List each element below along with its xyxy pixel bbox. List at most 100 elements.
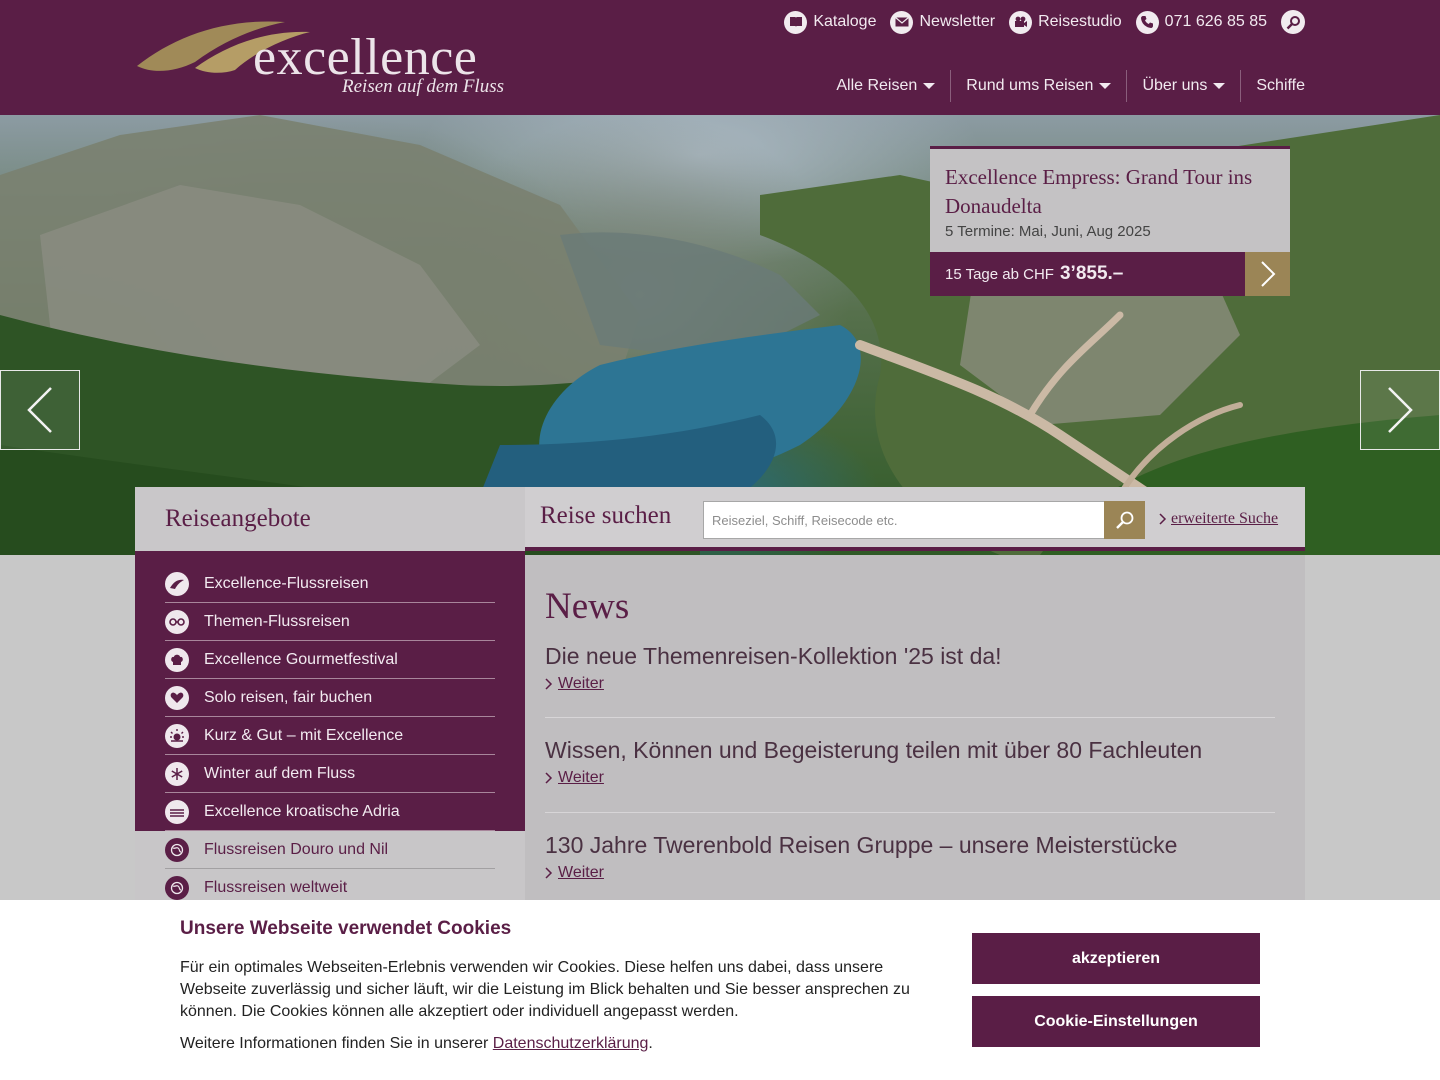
- cookie-banner: Unsere Webseite verwendet Cookies Für ei…: [0, 900, 1440, 1080]
- search-input[interactable]: [703, 501, 1105, 539]
- news-headline[interactable]: Die neue Themenreisen-Kollektion '25 ist…: [545, 643, 1275, 670]
- offer-label: Excellence-Flussreisen: [204, 574, 369, 592]
- offer-themen-flussreisen[interactable]: Themen-Flussreisen: [165, 603, 495, 641]
- cookie-text: Für ein optimales Webseiten-Erlebnis ver…: [180, 959, 910, 1020]
- offers-header: Reiseangebote: [135, 487, 525, 551]
- phone-icon: [1135, 10, 1159, 34]
- offer-label: Flussreisen Douro und Nil: [204, 840, 389, 858]
- offer-excellence-flussreisen[interactable]: Excellence-Flussreisen: [165, 565, 495, 603]
- news-item: Wissen, Können und Begeisterung teilen m…: [545, 737, 1275, 787]
- top-utility-bar: Kataloge Newsletter Reisestudio 071 626 …: [784, 10, 1305, 34]
- site-header: excellence Reisen auf dem Fluss Kataloge…: [0, 0, 1440, 115]
- offers-title: Reiseangebote: [165, 505, 311, 532]
- news-headline[interactable]: Wissen, Können und Begeisterung teilen m…: [545, 737, 1275, 764]
- slider-next-button[interactable]: [1360, 370, 1440, 450]
- slider-prev-button[interactable]: [0, 370, 80, 450]
- privacy-policy-link[interactable]: Datenschutzerklärung: [493, 1035, 649, 1052]
- offer-label: Themen-Flussreisen: [204, 612, 350, 630]
- chevron-right-icon: [545, 772, 553, 784]
- promo-title: Excellence Empress: Grand Tour ins Donau…: [945, 165, 1253, 218]
- cookie-settings-button[interactable]: Cookie-Einstellungen: [972, 996, 1260, 1047]
- news-more-link[interactable]: Weiter: [545, 864, 1275, 882]
- news-more-label: Weiter: [558, 769, 604, 786]
- offer-label: Flussreisen weltweit: [204, 878, 348, 896]
- nav-ueber-uns-label: Über uns: [1142, 77, 1208, 94]
- news-headline[interactable]: 130 Jahre Twerenbold Reisen Gruppe – uns…: [545, 832, 1275, 859]
- nav-rund-ums-reisen-label: Rund ums Reisen: [966, 77, 1094, 94]
- offer-label: Kurz & Gut – mit Excellence: [204, 726, 404, 744]
- offer-label: Winter auf dem Fluss: [204, 764, 356, 782]
- topbar-phone[interactable]: 071 626 85 85: [1135, 10, 1267, 34]
- offer-kurz-gut[interactable]: Kurz & Gut – mit Excellence: [165, 717, 495, 755]
- logo-tagline: Reisen auf dem Fluss: [342, 76, 505, 97]
- nav-schiffe-label: Schiffe: [1256, 77, 1305, 94]
- chevron-right-icon: [1159, 513, 1167, 525]
- news-more-link[interactable]: Weiter: [545, 675, 1275, 693]
- caret-down-icon: [1213, 83, 1226, 89]
- search-icon[interactable]: [1281, 10, 1305, 34]
- news-more-link[interactable]: Weiter: [545, 769, 1275, 787]
- topbar-newsletter-label: Newsletter: [919, 13, 996, 30]
- chevron-right-icon: [545, 678, 553, 690]
- offer-label: Excellence kroatische Adria: [204, 802, 400, 820]
- envelope-icon: [890, 10, 914, 34]
- glasses-icon: [165, 609, 189, 634]
- extended-search-label: erweiterte Suche: [1171, 510, 1279, 527]
- globe-icon: [165, 837, 189, 862]
- offer-label: Solo reisen, fair buchen: [204, 688, 373, 706]
- offer-solo-reisen[interactable]: Solo reisen, fair buchen: [165, 679, 495, 717]
- nav-alle-reisen-label: Alle Reisen: [836, 77, 918, 94]
- topbar-kataloge[interactable]: Kataloge: [784, 10, 877, 34]
- topbar-reisestudio-label: Reisestudio: [1038, 13, 1122, 30]
- cookie-more-info: Weitere Informationen finden Sie in unse…: [180, 1035, 653, 1053]
- book-icon: [784, 10, 808, 34]
- news-item: 130 Jahre Twerenbold Reisen Gruppe – uns…: [545, 832, 1275, 882]
- globe-icon: [165, 875, 189, 900]
- chevron-right-icon: [1260, 261, 1275, 287]
- cookie-more-prefix: Weitere Informationen finden Sie in unse…: [180, 1035, 489, 1052]
- nav-schiffe[interactable]: Schiffe: [1240, 70, 1305, 102]
- divider: [545, 812, 1275, 813]
- nav-alle-reisen[interactable]: Alle Reisen: [821, 70, 950, 102]
- sea-icon: [165, 799, 189, 824]
- cookie-more-suffix: .: [648, 1035, 653, 1052]
- main-navigation: Alle Reisen Rund ums Reisen Über uns Sch…: [821, 70, 1305, 102]
- news-more-label: Weiter: [558, 864, 604, 881]
- news-title: News: [545, 586, 630, 627]
- offer-gourmetfestival[interactable]: Excellence Gourmetfestival: [165, 641, 495, 679]
- news-item: Die neue Themenreisen-Kollektion '25 ist…: [545, 643, 1275, 693]
- topbar-reisestudio[interactable]: Reisestudio: [1009, 10, 1122, 34]
- topbar-newsletter[interactable]: Newsletter: [890, 10, 996, 34]
- trip-search: Reise suchen erweiterte Suche: [525, 487, 1305, 551]
- cookie-title: Unsere Webseite verwendet Cookies: [180, 918, 512, 939]
- offer-kroatische-adria[interactable]: Excellence kroatische Adria: [165, 793, 495, 831]
- topbar-kataloge-label: Kataloge: [813, 13, 877, 30]
- search-icon: [1115, 511, 1133, 529]
- search-title: Reise suchen: [540, 502, 672, 529]
- offers-list: Excellence-Flussreisen Themen-Flussreise…: [135, 551, 525, 907]
- offer-winter[interactable]: Winter auf dem Fluss: [165, 755, 495, 793]
- cookie-accept-button[interactable]: akzeptieren: [972, 933, 1260, 984]
- caret-down-icon: [1099, 83, 1112, 89]
- search-submit-button[interactable]: [1104, 501, 1145, 539]
- camera-icon: [1009, 10, 1033, 34]
- extended-search-link[interactable]: erweiterte Suche: [1159, 510, 1278, 528]
- promo-price: 3’855.–: [1059, 263, 1124, 284]
- chevron-left-icon: [27, 387, 52, 433]
- topbar-phone-label: 071 626 85 85: [1164, 13, 1267, 30]
- heart-icon: [165, 685, 189, 710]
- promo-arrow-button[interactable]: [1245, 252, 1290, 296]
- wave-icon: [165, 571, 189, 596]
- sun-icon: [165, 723, 189, 748]
- promo-duration: 15 Tage ab CHF: [945, 265, 1054, 283]
- chef-hat-icon: [165, 647, 189, 672]
- chevron-right-icon: [545, 867, 553, 879]
- news-more-label: Weiter: [558, 675, 604, 692]
- logo[interactable]: excellence Reisen auf dem Fluss: [135, 14, 520, 99]
- promo-card[interactable]: Excellence Empress: Grand Tour ins Donau…: [930, 146, 1290, 296]
- promo-dates: 5 Termine: Mai, Juni, Aug 2025: [945, 223, 1151, 240]
- nav-ueber-uns[interactable]: Über uns: [1126, 70, 1240, 102]
- nav-rund-ums-reisen[interactable]: Rund ums Reisen: [950, 70, 1126, 102]
- offer-douro-nil[interactable]: Flussreisen Douro und Nil: [165, 831, 495, 869]
- divider: [545, 717, 1275, 718]
